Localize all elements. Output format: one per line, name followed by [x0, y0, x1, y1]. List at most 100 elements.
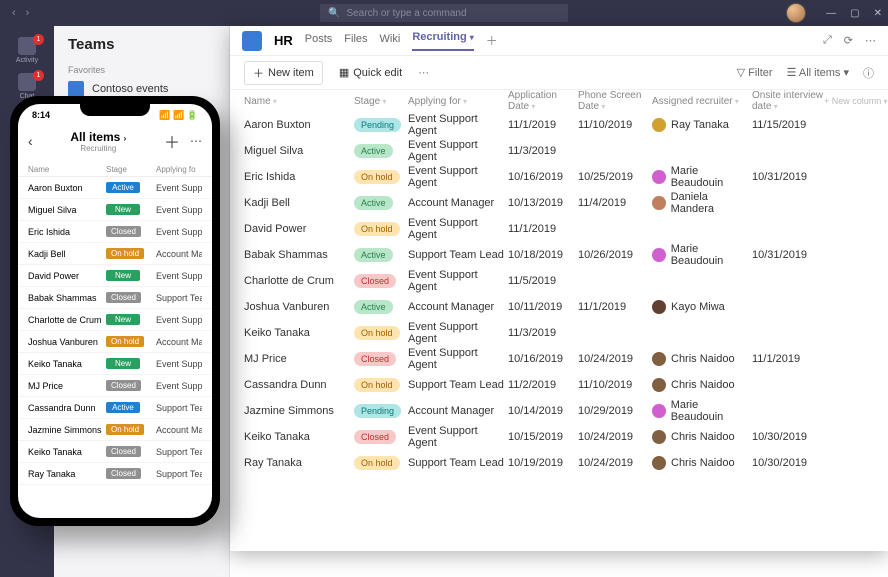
table-row[interactable]: Babak Shammas Active Support Team Lead 1…	[230, 242, 888, 268]
add-icon[interactable]: ＋	[164, 129, 180, 153]
cell-phone: 11/1/2019	[578, 301, 652, 313]
chevron-right-icon: ›	[124, 134, 127, 143]
phone-row[interactable]: Keiko Tanaka Closed Support Team L	[18, 441, 212, 463]
search-box[interactable]: 🔍 Search or type a command	[320, 4, 568, 22]
table-row[interactable]: Keiko Tanaka Closed Event Support Agent …	[230, 424, 888, 450]
table-row[interactable]: David Power On hold Event Support Agent …	[230, 216, 888, 242]
back-icon[interactable]: ‹	[28, 133, 33, 149]
phone-row[interactable]: Aaron Buxton Active Event Support A	[18, 177, 212, 199]
pcell-name: David Power	[28, 271, 106, 281]
table-row[interactable]: Jazmine Simmons Pending Account Manager …	[230, 398, 888, 424]
cell-appdate: 11/1/2019	[508, 223, 578, 235]
cell-applying: Event Support Agent	[408, 113, 508, 137]
tab-wiki[interactable]: Wiki	[380, 33, 401, 49]
table-row[interactable]: Kadji Bell Active Account Manager 10/13/…	[230, 190, 888, 216]
table-row[interactable]: Charlotte de Crum Closed Event Support A…	[230, 268, 888, 294]
close-icon[interactable]: ✕	[874, 8, 882, 19]
tab-posts[interactable]: Posts	[305, 33, 333, 49]
col-appdate[interactable]: Application Date	[508, 90, 578, 112]
view-button[interactable]: ☰ All items ▾	[787, 66, 849, 79]
table-row[interactable]: Aaron Buxton Pending Event Support Agent…	[230, 112, 888, 138]
channel-title: HR	[274, 33, 293, 48]
quick-edit-button[interactable]: ▦ Quick edit	[339, 66, 402, 79]
more-icon[interactable]: ⋯	[190, 134, 202, 148]
minimize-icon[interactable]: —	[826, 8, 836, 19]
pcell-name: Eric Ishida	[28, 227, 106, 237]
filter-button[interactable]: ▽ Filter	[737, 66, 773, 79]
maximize-icon[interactable]: ▢	[850, 8, 859, 19]
rail-activity[interactable]: Activity 1	[0, 32, 54, 68]
table-row[interactable]: Keiko Tanaka On hold Event Support Agent…	[230, 320, 888, 346]
phone-row[interactable]: Charlotte de Crum New Event Support A	[18, 309, 212, 331]
phone-row[interactable]: Ray Tanaka Closed Support Team L	[18, 463, 212, 485]
phone-columns: Name Stage Applying fo	[18, 161, 212, 177]
overflow-icon[interactable]: ⋯	[418, 66, 429, 79]
recruiter-name: Chris Naidoo	[671, 379, 735, 391]
cell-phone: 10/25/2019	[578, 171, 652, 183]
cell-name: Kadji Bell	[244, 197, 354, 209]
stage-pill: On hold	[354, 326, 400, 340]
cell-onsite: 10/30/2019	[752, 431, 824, 443]
refresh-icon[interactable]: ⟳	[844, 34, 853, 47]
phone-row[interactable]: Jazmine Simmons On hold Account Manag	[18, 419, 212, 441]
table-row[interactable]: Miguel Silva Active Event Support Agent …	[230, 138, 888, 164]
phone-header: ‹ All items › Recruiting ＋ ⋯	[18, 123, 212, 161]
nav-back-icon[interactable]: ‹	[12, 7, 16, 19]
stage-pill: Closed	[354, 274, 396, 288]
col-onsite[interactable]: Onsite interview date	[752, 90, 824, 112]
recruiter-avatar	[652, 456, 666, 470]
phone-row[interactable]: Joshua Vanburen On hold Account Manag	[18, 331, 212, 353]
badge: 1	[33, 34, 44, 45]
recruiter-avatar	[652, 300, 666, 314]
col-stage[interactable]: Stage	[354, 96, 408, 107]
tab-files[interactable]: Files	[344, 33, 367, 49]
col-applying[interactable]: Applying for	[408, 96, 508, 107]
phone-row[interactable]: Keiko Tanaka New Event Support A	[18, 353, 212, 375]
col-phone[interactable]: Phone Screen Date	[578, 90, 652, 112]
table-row[interactable]: MJ Price Closed Event Support Agent 10/1…	[230, 346, 888, 372]
new-item-button[interactable]: ＋ New item	[244, 61, 323, 85]
phone-row[interactable]: Eric Ishida Closed Event Support A	[18, 221, 212, 243]
recruiter-name: Chris Naidoo	[671, 457, 735, 469]
more-icon[interactable]: ⋯	[865, 34, 876, 47]
user-avatar[interactable]	[786, 3, 806, 23]
table-row[interactable]: Joshua Vanburen Active Account Manager 1…	[230, 294, 888, 320]
pcol-stage: Stage	[106, 165, 156, 174]
phone-row[interactable]: Cassandra Dunn Active Support Team L	[18, 397, 212, 419]
col-name[interactable]: Name	[244, 96, 354, 107]
phone-stage-pill: Closed	[106, 380, 141, 391]
table-row[interactable]: Cassandra Dunn On hold Support Team Lead…	[230, 372, 888, 398]
cell-appdate: 10/11/2019	[508, 301, 578, 313]
tab-recruiting[interactable]: Recruiting ▾	[412, 31, 473, 51]
table-row[interactable]: Eric Ishida On hold Event Support Agent …	[230, 164, 888, 190]
phone-row[interactable]: Babak Shammas Closed Support Team L	[18, 287, 212, 309]
plus-icon: ＋	[253, 65, 264, 81]
col-new[interactable]: + New column	[824, 96, 888, 106]
cell-appdate: 10/16/2019	[508, 171, 578, 183]
recruiter-name: Marie Beaudouin	[671, 399, 752, 423]
pcell-apply: Event Support A	[156, 271, 202, 281]
cell-appdate: 11/5/2019	[508, 275, 578, 287]
phone-stage-pill: On hold	[106, 336, 144, 347]
table-row[interactable]: Ray Tanaka On hold Support Team Lead 10/…	[230, 450, 888, 476]
cell-onsite: 11/15/2019	[752, 119, 824, 131]
cell-recruiter: Ray Tanaka	[652, 118, 752, 132]
phone-row[interactable]: David Power New Event Support A	[18, 265, 212, 287]
cell-applying: Account Manager	[408, 197, 508, 209]
grid-icon: ▦	[339, 66, 349, 79]
badge: 1	[33, 70, 44, 81]
phone-row[interactable]: Miguel Silva New Event Support A	[18, 199, 212, 221]
cell-name: Keiko Tanaka	[244, 327, 354, 339]
cell-applying: Event Support Agent	[408, 425, 508, 449]
pcell-name: Miguel Silva	[28, 205, 106, 215]
phone-row[interactable]: MJ Price Closed Event Support A	[18, 375, 212, 397]
titlebar: ‹ › 🔍 Search or type a command — ▢ ✕	[0, 0, 888, 26]
rail-label: Activity	[16, 57, 38, 64]
nav-forward-icon[interactable]: ›	[26, 7, 30, 19]
info-icon[interactable]: ⓘ	[863, 65, 874, 81]
add-tab-button[interactable]: ＋	[486, 32, 498, 49]
cell-recruiter: Chris Naidoo	[652, 456, 752, 470]
col-recruiter[interactable]: Assigned recruiter	[652, 96, 752, 107]
expand-icon[interactable]: ⤢	[823, 34, 832, 47]
phone-row[interactable]: Kadji Bell On hold Account Manag	[18, 243, 212, 265]
